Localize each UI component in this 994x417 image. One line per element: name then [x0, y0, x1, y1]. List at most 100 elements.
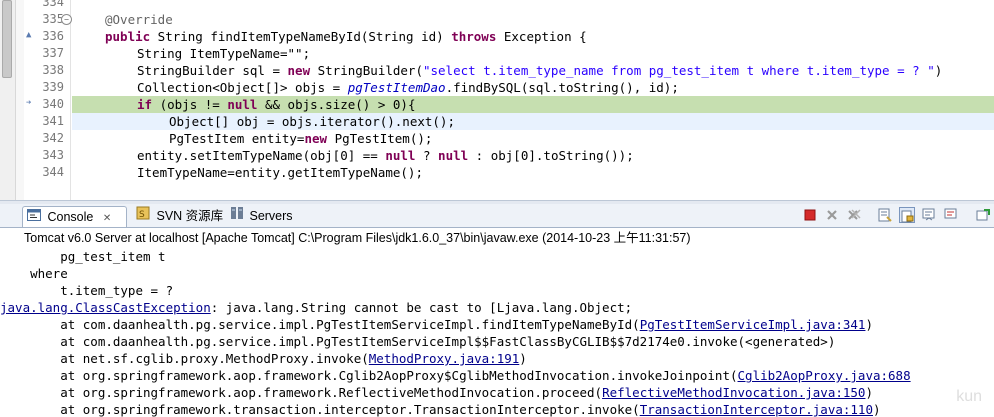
- stack-frame-text: at org.springframework.aop.framework.Cgl…: [0, 368, 738, 383]
- code-text: String findItemTypeNameById(String id): [150, 29, 452, 44]
- console-icon: [27, 207, 41, 228]
- code-line-337[interactable]: String ItemTypeName="";: [72, 45, 994, 62]
- show-console-on-output-icon[interactable]: [921, 207, 937, 223]
- current-line-arrow-icon: ➔: [26, 98, 32, 108]
- tab-servers-label: Servers: [249, 209, 293, 223]
- console-line: pg_test_item t: [0, 249, 166, 264]
- console-launch-title: Tomcat v6.0 Server at localhost [Apache …: [0, 228, 994, 248]
- source-link[interactable]: MethodProxy.java:191: [369, 351, 520, 366]
- code-line-336[interactable]: public String findItemTypeNameById(Strin…: [72, 28, 994, 45]
- line-number: 334: [42, 0, 64, 9]
- line-number: 339: [42, 80, 64, 94]
- code-line-338[interactable]: StringBuilder sql = new StringBuilder("s…: [72, 62, 994, 79]
- stack-frame-text: ): [519, 351, 527, 366]
- stack-frame-text: at net.sf.cglib.proxy.MethodProxy.invoke…: [0, 351, 369, 366]
- code-text: Exception {: [496, 29, 587, 44]
- field-reference: pgTestItemDao: [347, 80, 446, 95]
- stack-trace-line: at com.daanhealth.pg.service.impl.PgTest…: [0, 334, 836, 349]
- stack-frame-text: ): [865, 317, 873, 332]
- keyword: throws: [451, 29, 497, 44]
- code-line-341[interactable]: Object[] obj = objs.iterator().next();: [72, 113, 994, 130]
- code-text: PgTestItem();: [327, 131, 433, 146]
- exception-link[interactable]: java.lang.ClassCastException: [0, 300, 211, 315]
- code-text: Object[] obj = objs.iterator().next();: [169, 114, 455, 129]
- terminate-icon[interactable]: [802, 207, 818, 223]
- clear-console-icon[interactable]: [877, 207, 893, 223]
- keyword: public: [105, 29, 151, 44]
- code-text: (objs !=: [152, 97, 228, 112]
- code-text: ?: [415, 148, 439, 163]
- remove-all-terminated-icon[interactable]: [846, 207, 862, 223]
- stack-frame-text: at com.daanhealth.pg.service.impl.PgTest…: [0, 317, 640, 332]
- code-text: Collection<Object[]> objs =: [137, 80, 348, 95]
- line-number-gutter: 334 335 336 337 338 339 340 341 342 343 …: [24, 0, 72, 200]
- line-number: 342: [42, 131, 64, 145]
- svg-text:S: S: [139, 210, 145, 220]
- stack-frame-text: at org.springframework.transaction.inter…: [0, 402, 640, 417]
- tab-svn-label: SVN 资源库: [156, 209, 224, 223]
- code-text: PgTestItem entity=: [169, 131, 305, 146]
- stack-frame-text: ): [865, 385, 873, 400]
- keyword: new: [287, 63, 311, 78]
- code-editor[interactable]: 334 335 336 337 338 339 340 341 342 343 …: [0, 0, 994, 200]
- stack-frame-text: ): [872, 402, 881, 417]
- line-number: 344: [42, 165, 64, 179]
- exception-message: : java.lang.String cannot be cast to [Lj…: [210, 300, 633, 315]
- source-link[interactable]: PgTestItemServiceImpl.java:341: [640, 317, 866, 332]
- close-icon[interactable]: ✕: [103, 213, 111, 224]
- line-number: 341: [42, 114, 64, 128]
- source-link[interactable]: TransactionInterceptor.java:110: [640, 402, 873, 417]
- editor-vertical-scrollbar[interactable]: [0, 0, 16, 200]
- code-line-344[interactable]: ItemTypeName=entity.getItemTypeName();: [72, 164, 994, 181]
- line-number: 335: [42, 12, 64, 26]
- tab-svn-repository[interactable]: S SVN 资源库: [136, 206, 224, 227]
- code-text: StringBuilder(: [310, 63, 423, 78]
- tab-console-label: Console: [47, 210, 94, 224]
- stack-trace-line: at org.springframework.transaction.inter…: [0, 401, 881, 417]
- servers-icon: [230, 206, 244, 227]
- svn-repository-icon: S: [136, 206, 150, 227]
- stack-trace-line: at com.daanhealth.pg.service.impl.PgTest…: [0, 316, 873, 333]
- show-error-output-icon[interactable]: [943, 207, 959, 223]
- string-literal: "select t.item_type_name from pg_test_it…: [422, 63, 935, 78]
- line-number: 337: [42, 46, 64, 60]
- pin-console-icon[interactable]: [975, 207, 991, 223]
- keyword: if: [137, 97, 153, 112]
- code-line-335[interactable]: @Override: [72, 11, 994, 28]
- code-line-340-current[interactable]: if (objs != null && objs.size() > 0){: [72, 96, 994, 113]
- annotation-override: @Override: [105, 12, 173, 27]
- code-text: .findBySQL(sql.toString(), id);: [445, 80, 679, 95]
- source-link[interactable]: Cglib2AopProxy.java:688: [738, 368, 911, 383]
- stack-trace-line: at net.sf.cglib.proxy.MethodProxy.invoke…: [0, 350, 527, 367]
- code-text: && objs.size() > 0){: [257, 97, 416, 112]
- keyword: new: [304, 131, 328, 146]
- code-text: entity.setItemTypeName(obj[0] ==: [137, 148, 386, 163]
- code-text: ): [934, 63, 943, 78]
- console-output[interactable]: pg_test_item t where t.item_type = ? jav…: [0, 248, 994, 417]
- code-text: String ItemTypeName="";: [137, 46, 311, 61]
- keyword: null: [227, 97, 258, 112]
- tab-console[interactable]: Console ✕: [22, 206, 127, 227]
- code-line-339[interactable]: Collection<Object[]> objs = pgTestItemDa…: [72, 79, 994, 96]
- stack-trace-line: at org.springframework.aop.framework.Cgl…: [0, 367, 911, 384]
- console-line: where: [0, 266, 68, 281]
- stack-trace-line: at org.springframework.aop.framework.Ref…: [0, 384, 873, 401]
- remove-launch-icon[interactable]: [824, 207, 840, 223]
- tab-servers[interactable]: Servers: [230, 206, 300, 227]
- console-line: java.lang.ClassCastException: java.lang.…: [0, 299, 632, 316]
- fold-collapse-icon[interactable]: −: [61, 14, 72, 25]
- source-link[interactable]: ReflectiveMethodInvocation.java:150: [602, 385, 865, 400]
- code-line-343[interactable]: entity.setItemTypeName(obj[0] == null ? …: [72, 147, 994, 164]
- editor-scroll-area[interactable]: [72, 182, 994, 200]
- keyword: null: [438, 148, 469, 163]
- code-line-342[interactable]: PgTestItem entity=new PgTestItem();: [72, 130, 994, 147]
- console-line: t.item_type = ?: [0, 283, 174, 298]
- watermark: kun: [956, 388, 982, 405]
- overview-ruler: [16, 0, 24, 200]
- line-number: 338: [42, 63, 64, 77]
- override-marker-icon[interactable]: ▲: [26, 30, 31, 40]
- code-text: : obj[0].toString());: [468, 148, 634, 163]
- scrollbar-thumb[interactable]: [2, 0, 12, 78]
- keyword: null: [385, 148, 416, 163]
- scroll-lock-icon[interactable]: [899, 207, 915, 223]
